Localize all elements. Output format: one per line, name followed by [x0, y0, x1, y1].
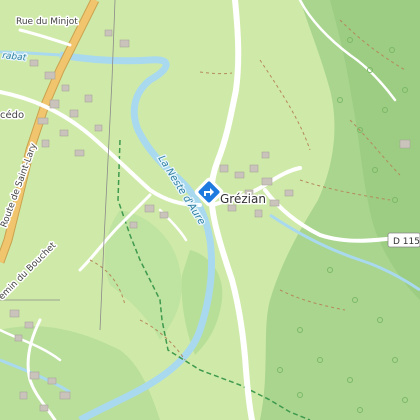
town-label-grezian: Grézian [220, 192, 266, 206]
svg-text:D 115: D 115 [393, 237, 420, 247]
road-label-rue-du-minjot: Rue du Minjot [16, 17, 78, 27]
place-label-cedo: cédo [0, 109, 24, 121]
map-view[interactable]: Rue du Minjot rabat cédo Route de Saint-… [0, 0, 420, 420]
map-canvas[interactable]: Rue du Minjot rabat cédo Route de Saint-… [0, 0, 420, 420]
road-shield-d115: D 115 [387, 232, 420, 248]
